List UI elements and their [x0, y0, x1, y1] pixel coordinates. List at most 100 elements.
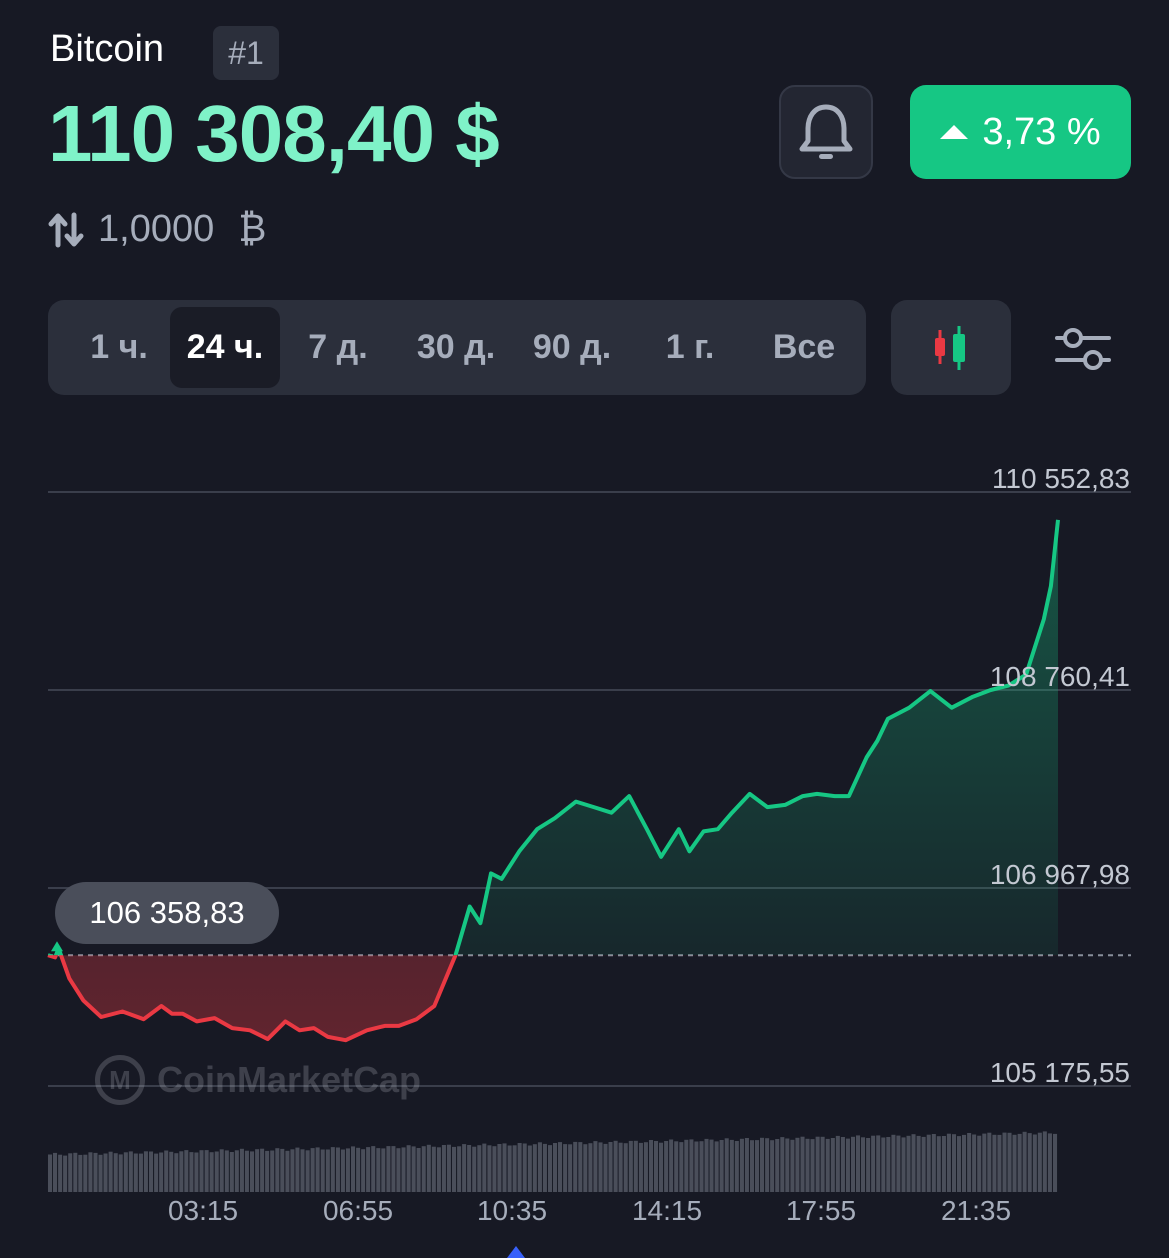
volume-bar: [467, 1145, 472, 1192]
candlestick-icon: [935, 325, 965, 370]
volume-bar: [527, 1145, 532, 1192]
volume-bar: [593, 1141, 598, 1192]
volume-bar: [204, 1150, 209, 1192]
volume-bar: [588, 1143, 593, 1192]
converter-row[interactable]: 1,0000 ₿: [48, 208, 266, 251]
volume-bar: [361, 1149, 366, 1192]
tab-24h[interactable]: 24 ч.: [170, 307, 280, 388]
volume-bar: [219, 1149, 224, 1192]
rank-badge: #1: [213, 26, 279, 80]
volume-bar: [340, 1149, 345, 1192]
tab-1y[interactable]: 1 г.: [640, 307, 740, 388]
volume-bar: [699, 1141, 704, 1192]
volume-bar: [507, 1145, 512, 1192]
volume-bar: [800, 1136, 805, 1192]
volume-bar: [239, 1148, 244, 1192]
volume-bar: [53, 1152, 58, 1192]
volume-bar: [169, 1151, 174, 1192]
volume-bar: [674, 1141, 679, 1192]
volume-bar: [305, 1150, 310, 1192]
volume-bar: [472, 1146, 477, 1192]
volume-bar: [265, 1150, 270, 1192]
volume-bar: [573, 1141, 578, 1192]
volume-bar: [154, 1153, 159, 1192]
volume-bar: [982, 1133, 987, 1192]
tab-all[interactable]: Все: [748, 307, 860, 388]
volume-bar: [270, 1150, 275, 1192]
volume-bars: [48, 1131, 1058, 1192]
tab-1h[interactable]: 1 ч.: [62, 307, 176, 388]
volume-bar: [729, 1139, 734, 1192]
tab-90d[interactable]: 90 д.: [514, 307, 630, 388]
volume-bar: [628, 1140, 633, 1192]
volume-bar: [396, 1148, 401, 1192]
volume-bar: [118, 1154, 123, 1192]
volume-bar: [376, 1148, 381, 1192]
volume-bar: [411, 1146, 416, 1192]
volume-bar: [401, 1147, 406, 1192]
volume-bar: [366, 1147, 371, 1192]
volume-bar: [345, 1148, 350, 1192]
x-tick-label: 14:15: [631, 1195, 703, 1226]
volume-bar: [133, 1153, 138, 1192]
volume-bar: [957, 1136, 962, 1192]
volume-bar: [613, 1140, 618, 1192]
volume-bar: [482, 1143, 487, 1192]
price-change-value: 3,73 %: [982, 110, 1101, 153]
btc-symbol: ₿: [238, 208, 267, 250]
volume-bar: [997, 1134, 1002, 1192]
current-price: 110 308,40 $: [48, 89, 500, 178]
volume-bar: [866, 1138, 871, 1192]
volume-bar: [143, 1151, 148, 1192]
volume-bar: [325, 1149, 330, 1192]
volume-bar: [149, 1151, 154, 1192]
volume-bar: [689, 1139, 694, 1192]
volume-bar: [255, 1149, 260, 1192]
volume-bar: [234, 1150, 239, 1192]
volume-bar: [164, 1150, 169, 1192]
volume-bar: [946, 1133, 951, 1192]
volume-bar: [906, 1135, 911, 1192]
y-tick-label: 108 760,41: [989, 661, 1130, 692]
tab-7d[interactable]: 7 д.: [286, 307, 390, 388]
volume-bar: [512, 1145, 517, 1192]
volume-bar: [734, 1141, 739, 1192]
volume-bar: [1042, 1131, 1047, 1192]
volume-bar: [431, 1146, 436, 1192]
volume-bar: [845, 1138, 850, 1192]
volume-bar: [406, 1145, 411, 1192]
volume-bar: [714, 1141, 719, 1192]
volume-bar: [643, 1142, 648, 1192]
volume-bar: [78, 1154, 83, 1192]
bell-icon: [799, 104, 853, 159]
volume-bar: [1037, 1132, 1042, 1192]
price-alert-button[interactable]: [779, 85, 873, 179]
candlestick-toggle-button[interactable]: [891, 300, 1011, 395]
volume-bar: [815, 1136, 820, 1192]
volume-bar: [684, 1139, 689, 1192]
volume-bar: [214, 1151, 219, 1192]
chart-settings-button[interactable]: [1050, 318, 1116, 378]
volume-bar: [290, 1149, 295, 1192]
volume-bar: [371, 1146, 376, 1192]
volume-bar: [295, 1147, 300, 1192]
caret-up-icon: [940, 125, 969, 139]
volume-bar: [502, 1143, 507, 1192]
volume-bar: [330, 1147, 335, 1192]
volume-bar: [174, 1153, 179, 1192]
volume-bar: [608, 1142, 613, 1192]
volume-bar: [421, 1146, 426, 1192]
volume-bar: [184, 1150, 189, 1192]
volume-bar: [88, 1152, 93, 1192]
volume-bar: [921, 1136, 926, 1192]
volume-bar: [224, 1150, 229, 1192]
volume-bar: [775, 1139, 780, 1192]
volume-bar: [785, 1138, 790, 1192]
tab-30d[interactable]: 30 д.: [398, 307, 514, 388]
volume-bar: [654, 1141, 659, 1192]
volume-bar: [462, 1144, 467, 1192]
volume-bar: [739, 1138, 744, 1192]
volume-bar: [93, 1152, 98, 1192]
swap-arrows-icon: [48, 212, 84, 247]
volume-bar: [931, 1134, 936, 1192]
